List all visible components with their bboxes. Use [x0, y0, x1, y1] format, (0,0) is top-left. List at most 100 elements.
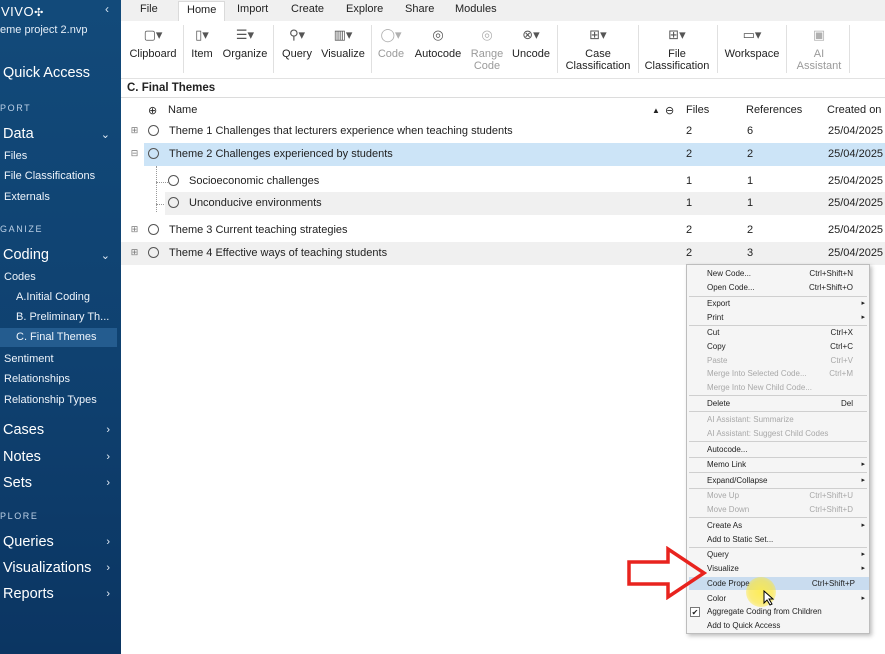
table-row[interactable]: Socioeconomic challenges 1 1 25/04/2025 — [121, 170, 885, 193]
nav-group-sets[interactable]: Sets › — [3, 475, 119, 491]
quick-access-header[interactable]: Quick Access — [3, 65, 90, 81]
tab-create[interactable]: Create — [291, 3, 324, 15]
submenu-arrow-icon: ▸ — [861, 565, 865, 572]
menu-aggregate-coding[interactable]: Aggregate Coding from Children — [707, 607, 867, 616]
checkbox-checked-icon[interactable]: ✔ — [690, 607, 700, 617]
table-row[interactable]: ⊞ Theme 3 Current teaching strategies 2 … — [121, 219, 885, 242]
sidebar-item-initial-coding[interactable]: A.Initial Coding — [16, 291, 121, 303]
table-row[interactable]: Unconducive environments 1 1 25/04/2025 — [165, 192, 885, 215]
chevron-down-icon: ⌄ — [100, 250, 110, 262]
sidebar-item-files[interactable]: Files — [4, 150, 121, 162]
nav-group-cases[interactable]: Cases › — [3, 422, 119, 438]
sidebar-item-final-themes[interactable]: C. Final Themes — [0, 328, 117, 347]
item-button[interactable]: ▯▾ Item — [188, 21, 216, 77]
sidebar-item-preliminary-themes[interactable]: B. Preliminary Th... — [16, 311, 121, 323]
menu-new-code[interactable]: New Code... Ctrl+Shift+N — [707, 269, 867, 278]
menu-add-quick-access[interactable]: Add to Quick Access — [707, 621, 867, 630]
add-column-icon[interactable]: ⊕ — [148, 104, 157, 117]
nav-group-coding[interactable]: Coding ⌄ — [3, 247, 119, 263]
menu-export[interactable]: Export ▸ — [707, 299, 867, 308]
link-icon[interactable]: ⊖ — [665, 104, 674, 117]
nav-group-data[interactable]: Data ⌄ — [3, 126, 119, 142]
menu-create-as[interactable]: Create As ▸ — [707, 521, 867, 530]
sort-ascending-icon[interactable]: ▲ — [652, 106, 660, 115]
expand-icon[interactable]: ⊞ — [130, 225, 139, 234]
code-circle-icon — [148, 148, 159, 159]
ai-assistant-button[interactable]: ▣ AI Assistant — [794, 21, 844, 77]
column-header-files[interactable]: Files — [686, 104, 709, 116]
workspace-button[interactable]: ▭▾ Workspace — [722, 21, 782, 77]
row-references: 2 — [747, 148, 754, 160]
menu-add-static-set[interactable]: Add to Static Set... — [707, 535, 867, 544]
sidebar-item-codes[interactable]: Codes — [4, 271, 121, 283]
menu-ai-suggest[interactable]: AI Assistant: Suggest Child Codes — [707, 429, 867, 438]
table-row[interactable]: ⊞ Theme 4 Effective ways of teaching stu… — [121, 242, 885, 265]
code-circle-icon — [168, 197, 179, 208]
code-button[interactable]: ◯▾ Code — [376, 21, 406, 77]
range-code-button[interactable]: ◎ Range Code — [469, 21, 505, 77]
collapse-icon[interactable]: ⊟ — [130, 149, 139, 158]
sidebar-item-relationship-types[interactable]: Relationship Types — [4, 394, 121, 406]
autocode-button[interactable]: ◎ Autocode — [411, 21, 465, 77]
menu-query[interactable]: Query ▸ — [707, 550, 867, 559]
code-circle-icon — [148, 224, 159, 235]
column-header-created[interactable]: Created on — [827, 104, 881, 116]
uncode-button[interactable]: ⊗▾ Uncode — [509, 21, 553, 77]
sidebar-item-relationships[interactable]: Relationships — [4, 373, 121, 385]
table-row-selected[interactable]: Theme 2 Challenges experienced by studen… — [144, 143, 885, 166]
menu-cut[interactable]: Cut Ctrl+X — [707, 328, 867, 337]
tab-explore[interactable]: Explore — [346, 3, 383, 15]
search-icon: ⚲▾ — [288, 27, 306, 42]
menu-visualize[interactable]: Visualize ▸ — [707, 564, 867, 573]
file-classification-button[interactable]: ⊞▾ File Classification — [641, 21, 713, 77]
menu-delete[interactable]: Delete Del — [707, 399, 867, 408]
tab-file[interactable]: File — [140, 3, 158, 15]
organize-button[interactable]: ☰▾ Organize — [221, 21, 269, 77]
navigation-sidebar: VIVO✣ ‹ eme project 2.nvp Quick Access P… — [0, 0, 121, 654]
expand-icon[interactable]: ⊞ — [130, 126, 139, 135]
menu-merge-selected[interactable]: Merge Into Selected Code... Ctrl+M — [707, 369, 867, 378]
clipboard-button[interactable]: ▢▾ Clipboard — [128, 21, 178, 77]
nav-group-queries[interactable]: Queries › — [3, 534, 119, 550]
menu-expand-collapse[interactable]: Expand/Collapse ▸ — [707, 476, 867, 485]
menu-code-properties[interactable]: Code Prope Ctrl+Shift+P — [689, 577, 869, 590]
chevron-right-icon: › — [106, 588, 110, 600]
expand-icon[interactable]: ⊞ — [130, 248, 139, 257]
submenu-arrow-icon: ▸ — [861, 595, 865, 602]
menu-ai-summarize[interactable]: AI Assistant: Summarize — [707, 415, 867, 424]
code-circle-icon — [148, 125, 159, 136]
nav-group-reports[interactable]: Reports › — [3, 586, 119, 602]
sidebar-item-externals[interactable]: Externals — [4, 191, 121, 203]
menu-move-down[interactable]: Move Down Ctrl+Shift+D — [707, 505, 867, 514]
menu-print[interactable]: Print ▸ — [707, 313, 867, 322]
menu-copy[interactable]: Copy Ctrl+C — [707, 342, 867, 351]
case-classification-button[interactable]: ⊞▾ Case Classification — [562, 21, 634, 77]
submenu-arrow-icon: ▸ — [861, 314, 865, 321]
table-row[interactable]: ⊞ Theme 1 Challenges that lecturers expe… — [121, 120, 885, 143]
tab-home[interactable]: Home — [178, 1, 226, 21]
tab-import[interactable]: Import — [237, 3, 268, 15]
tab-modules[interactable]: Modules — [455, 3, 497, 15]
menu-color[interactable]: Color ▸ — [707, 594, 867, 603]
submenu-arrow-icon: ▸ — [861, 461, 865, 468]
sidebar-item-sentiment[interactable]: Sentiment — [4, 353, 121, 365]
menu-open-code[interactable]: Open Code... Ctrl+Shift+O — [707, 283, 867, 292]
column-header-name[interactable]: Name — [168, 104, 197, 116]
query-button[interactable]: ⚲▾ Query — [279, 21, 315, 77]
collapse-sidebar-icon[interactable]: ‹ — [105, 2, 109, 16]
uncode-icon: ⊗▾ — [522, 27, 540, 42]
column-header-references[interactable]: References — [746, 104, 802, 116]
sidebar-item-file-classifications[interactable]: File Classifications — [4, 170, 121, 182]
document-icon: ▯▾ — [195, 27, 209, 42]
nav-group-visualizations[interactable]: Visualizations › — [3, 560, 119, 576]
visualize-button[interactable]: ▥▾ Visualize — [319, 21, 367, 77]
menu-paste[interactable]: Paste Ctrl+V — [707, 356, 867, 365]
row-created: 25/04/2025 — [828, 197, 884, 209]
menu-autocode[interactable]: Autocode... — [707, 445, 867, 454]
menu-memo-link[interactable]: Memo Link ▸ — [707, 460, 867, 469]
section-import: PORT — [0, 103, 32, 113]
nav-group-notes[interactable]: Notes › — [3, 449, 119, 465]
menu-move-up[interactable]: Move Up Ctrl+Shift+U — [707, 491, 867, 500]
tab-share[interactable]: Share — [405, 3, 434, 15]
menu-merge-child[interactable]: Merge Into New Child Code... — [707, 383, 867, 392]
